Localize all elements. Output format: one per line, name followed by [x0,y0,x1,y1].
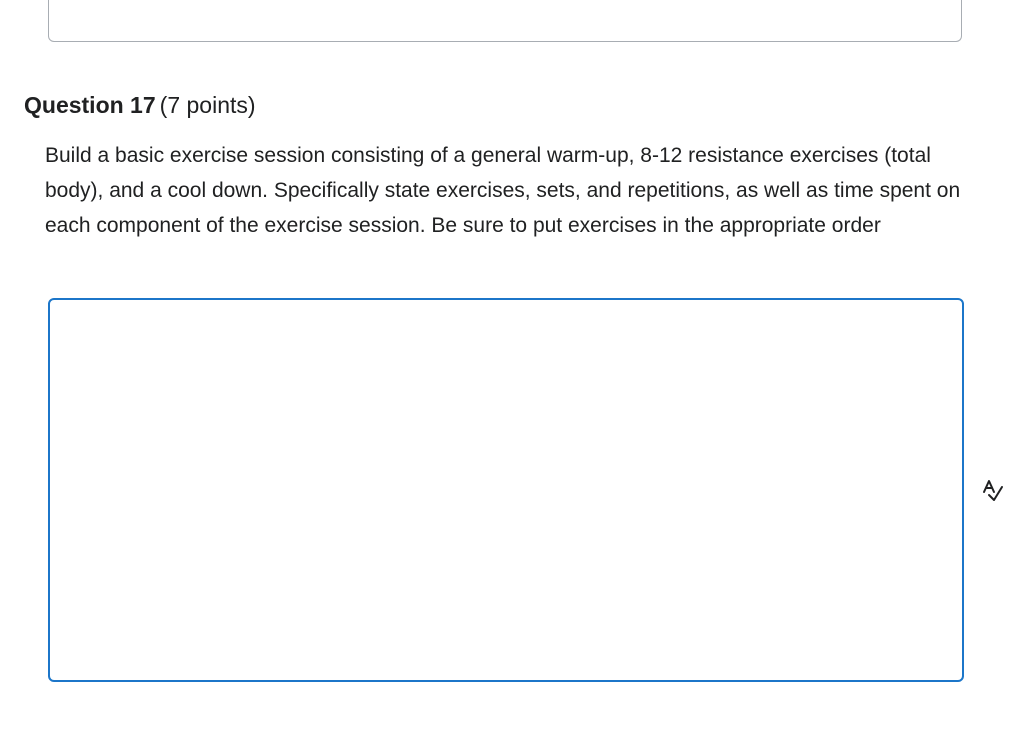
quiz-page: Question 17 (7 points) Build a basic exer… [0,0,1024,730]
spellcheck-icon-graphic [983,480,1003,501]
question-points: (7 points) [159,92,256,118]
spellcheck-icon[interactable] [980,477,1006,503]
question-header: Question 17 (7 points) [24,90,256,120]
answer-textarea[interactable] [48,298,964,682]
previous-answer-box[interactable] [48,0,962,42]
question-title: Question 17 [24,92,156,118]
question-prompt: Build a basic exercise session consistin… [45,144,961,237]
